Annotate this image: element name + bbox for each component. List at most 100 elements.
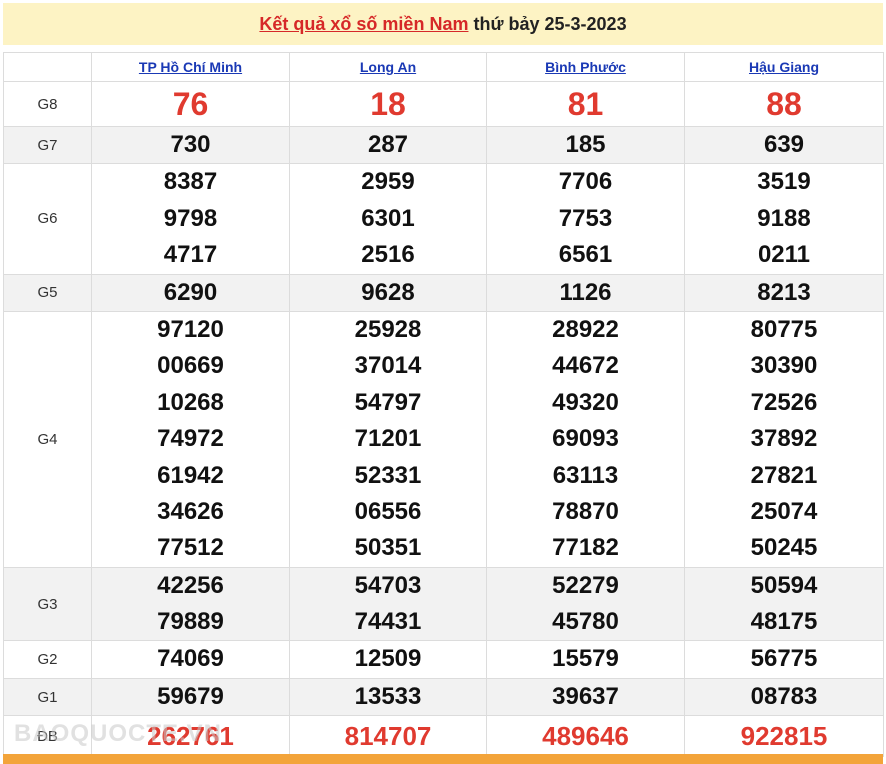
prize-cell: 25928 37014 54797 71201 52331 06556 50351 — [289, 310, 487, 568]
prize-number: 77512 — [157, 534, 224, 562]
prize-number: 50351 — [354, 534, 422, 562]
prize-number: 49320 — [552, 388, 619, 416]
prize-number: 78870 — [552, 497, 619, 525]
prize-cell: 81 — [486, 81, 685, 127]
prize-label: G5 — [3, 273, 92, 312]
prize-number: 2516 — [361, 241, 415, 269]
province-header: TP Hồ Chí Minh — [91, 52, 290, 82]
prize-cell: 52279 45780 — [486, 566, 685, 642]
prize-number: 639 — [763, 131, 805, 158]
prize-row-g5: G5 6290 9628 1126 8213 — [3, 273, 884, 312]
prize-cell: 28922 44672 49320 69093 63113 78870 77182 — [486, 310, 685, 568]
province-link-hau-giang[interactable]: Hậu Giang — [749, 59, 819, 75]
prize-number: 50245 — [750, 534, 818, 562]
prize-row-g2: G2 74069 12509 15579 56775 — [3, 640, 884, 679]
prize-number: 71201 — [354, 425, 422, 453]
prize-number: 6301 — [361, 204, 415, 232]
prize-number: 72526 — [750, 388, 818, 416]
prize-number: 00669 — [157, 352, 224, 380]
prize-number: 97120 — [157, 315, 224, 343]
prize-number: 59679 — [157, 682, 224, 710]
prize-label: G4 — [3, 310, 92, 568]
prize-number: 50594 — [750, 571, 818, 599]
prize-number: 0211 — [757, 241, 811, 269]
prize-number: 79889 — [157, 608, 224, 636]
prize-cell: 39637 — [486, 677, 685, 717]
lottery-results-table: TP Hồ Chí Minh Long An Bình Phước Hậu Gi… — [3, 52, 884, 758]
prize-number: 28922 — [552, 315, 619, 343]
prize-number: 74972 — [157, 425, 224, 453]
prize-cell: 1126 — [486, 273, 685, 312]
prize-number: 262761 — [147, 721, 234, 752]
prize-number: 18 — [370, 86, 406, 122]
province-header-row: TP Hồ Chí Minh Long An Bình Phước Hậu Gi… — [3, 52, 884, 82]
prize-number: 489646 — [542, 721, 629, 752]
prize-label: ĐB — [3, 715, 92, 758]
prize-number: 37892 — [750, 425, 818, 453]
prize-number: 9188 — [757, 204, 811, 232]
prize-number: 52279 — [552, 571, 619, 599]
title-link[interactable]: Kết quả xổ số miền Nam — [259, 14, 468, 35]
prize-number: 54703 — [354, 571, 422, 599]
prize-cell: 814707 — [289, 715, 487, 758]
prize-cell: 730 — [91, 125, 290, 165]
prize-cell: 3519 9188 0211 — [684, 163, 884, 275]
prize-number: 6561 — [558, 241, 613, 269]
prize-number: 9798 — [163, 204, 218, 232]
prize-cell: 639 — [684, 125, 884, 165]
prize-label: G8 — [3, 81, 92, 127]
prize-cell: 185 — [486, 125, 685, 165]
prize-row-g3: G3 42256 79889 54703 74431 52279 45780 50594 481… — [3, 566, 884, 642]
prize-label: G7 — [3, 125, 92, 165]
prize-number: 56775 — [750, 645, 818, 673]
prize-cell: 12509 — [289, 640, 487, 679]
prize-number: 37014 — [354, 352, 422, 380]
prize-number: 69093 — [552, 425, 619, 453]
prize-cell: 88 — [684, 81, 884, 127]
prize-number: 30390 — [750, 352, 818, 380]
results-title-bar: Kết quả xổ số miền Nam thứ bảy 25-3-2023 — [3, 3, 883, 45]
prize-number: 4717 — [163, 241, 218, 269]
prize-number: 25928 — [354, 315, 422, 343]
prize-number: 39637 — [552, 682, 619, 710]
prize-number: 77182 — [552, 534, 619, 562]
prize-number: 814707 — [344, 721, 432, 752]
prize-cell: 15579 — [486, 640, 685, 679]
prize-row-g8: G8 76 18 81 88 — [3, 81, 884, 127]
prize-label: G3 — [3, 566, 92, 642]
prize-number: 08783 — [750, 682, 818, 710]
prize-number: 88 — [766, 86, 802, 122]
prize-number: 74069 — [157, 645, 224, 673]
province-link-long-an[interactable]: Long An — [360, 59, 416, 75]
prize-row-g7: G7 730 287 185 639 — [3, 125, 884, 165]
prize-cell: 13533 — [289, 677, 487, 717]
province-header: Hậu Giang — [684, 52, 884, 82]
prize-label: G6 — [3, 163, 92, 275]
prize-row-g6: G6 8387 9798 4717 2959 6301 2516 7706 7753 6561 35… — [3, 163, 884, 275]
prize-cell: 262761 — [91, 715, 290, 758]
prize-row-đb: ĐB 262761 814707 489646 922815 — [3, 715, 884, 758]
prize-number: 7753 — [558, 204, 613, 232]
prize-number: 287 — [367, 131, 409, 158]
prize-cell: 54703 74431 — [289, 566, 487, 642]
prize-number: 730 — [170, 131, 211, 158]
prize-number: 44672 — [552, 352, 619, 380]
province-header: Bình Phước — [486, 52, 685, 82]
prize-number: 13533 — [354, 682, 422, 710]
prize-row-g1: G1 59679 13533 39637 08783 — [3, 677, 884, 717]
province-link-binh-phuoc[interactable]: Bình Phước — [545, 59, 626, 75]
prize-label: G1 — [3, 677, 92, 717]
prize-cell: 08783 — [684, 677, 884, 717]
prize-number: 2959 — [361, 168, 415, 196]
province-header: Long An — [289, 52, 487, 82]
prize-number: 42256 — [157, 571, 224, 599]
prize-cell: 489646 — [486, 715, 685, 758]
prize-cell: 9628 — [289, 273, 487, 312]
prize-number: 52331 — [354, 461, 422, 489]
prize-number: 25074 — [750, 497, 818, 525]
prize-label: G2 — [3, 640, 92, 679]
prize-number: 8387 — [163, 168, 218, 196]
prize-number: 63113 — [552, 461, 619, 489]
province-link-tp-ho-chi-minh[interactable]: TP Hồ Chí Minh — [139, 59, 242, 75]
prize-cell: 76 — [91, 81, 290, 127]
